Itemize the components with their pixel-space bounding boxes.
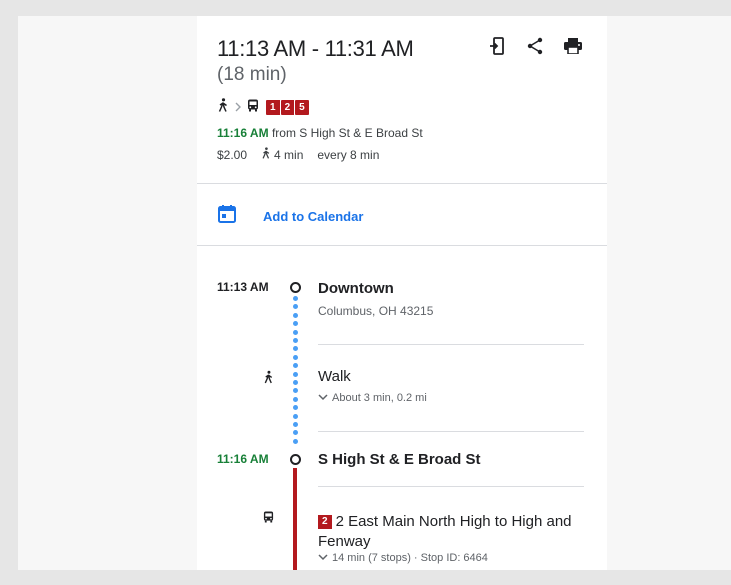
divider	[318, 486, 584, 487]
divider	[197, 245, 607, 246]
send-to-phone-icon[interactable]	[487, 36, 507, 56]
departure-info: 11:16 AM from S High St & E Broad St	[217, 126, 423, 140]
route-badge-group: 1 2 5	[266, 100, 309, 115]
add-to-calendar-button[interactable]: Add to Calendar	[217, 204, 363, 229]
walk-duration: 4 min	[261, 147, 303, 162]
board-stop-name: S High St & E Broad St	[318, 451, 481, 468]
walk-path-dot	[292, 438, 298, 444]
trip-meta: $2.00 4 min every 8 min	[217, 147, 379, 162]
origin-name: Downtown	[318, 280, 394, 297]
departure-stop: from S High St & E Broad St	[271, 126, 423, 140]
walk-path-dot	[292, 430, 298, 436]
walk-time: 4 min	[274, 147, 304, 162]
header-actions	[487, 36, 583, 56]
walk-path-dot	[292, 422, 298, 427]
origin-stop-marker	[290, 282, 301, 293]
walk-icon	[217, 98, 229, 117]
bus-icon	[261, 510, 275, 524]
walk-path-dot	[292, 363, 298, 369]
route-badge: 1	[266, 100, 281, 115]
chevron-down-icon	[318, 552, 328, 564]
bus-step: 22 East Main North High to High and Fenw…	[318, 512, 578, 552]
walk-path-dot	[292, 321, 298, 327]
bus-step-detail: 14 min (7 stops) · Stop ID: 6464	[332, 552, 488, 564]
board-stop-marker	[290, 454, 301, 465]
walk-path-dot	[292, 312, 298, 318]
walk-path-dot	[292, 296, 298, 301]
divider	[318, 431, 584, 432]
add-to-calendar-label: Add to Calendar	[263, 209, 364, 224]
walk-icon	[261, 370, 275, 384]
chevron-down-icon	[318, 392, 328, 404]
bus-step-title: 2 East Main North High to High and Fenwa…	[318, 513, 572, 550]
walk-step-title: Walk	[318, 368, 351, 385]
bus-route-line	[293, 468, 297, 570]
walk-path-dot	[292, 396, 298, 402]
divider	[197, 183, 607, 184]
route-badge: 2	[318, 515, 332, 529]
origin-address: Columbus, OH 43215	[318, 304, 434, 318]
walk-path-dot	[292, 371, 298, 377]
trip-time-range: 11:13 AM - 11:31 AM	[217, 36, 414, 61]
walk-path-dot	[292, 329, 298, 335]
walk-step-detail: About 3 min, 0.2 mi	[332, 392, 427, 404]
route-badge: 2	[280, 100, 296, 115]
trip-duration: (18 min)	[217, 64, 287, 85]
walk-path-dot	[292, 413, 298, 419]
fare: $2.00	[217, 147, 248, 162]
frequency: every 8 min	[317, 147, 380, 162]
board-time: 11:16 AM	[217, 452, 269, 466]
chevron-right-icon	[234, 99, 242, 117]
walk-details-toggle[interactable]: About 3 min, 0.2 mi	[318, 392, 427, 404]
walk-path-dot	[292, 346, 298, 352]
origin-time: 11:13 AM	[217, 280, 269, 294]
bus-details-toggle[interactable]: 14 min (7 stops) · Stop ID: 6464	[318, 552, 488, 564]
trip-mode-summary: 1 2 5	[217, 98, 309, 117]
directions-panel: 11:13 AM - 11:31 AM (18 min) 1 2 5 11:16…	[197, 16, 607, 570]
departure-time: 11:16 AM	[217, 126, 269, 140]
walk-path-dot	[292, 405, 298, 411]
walk-path-dot	[292, 388, 298, 394]
share-icon[interactable]	[525, 36, 545, 56]
walk-path-dot	[292, 380, 298, 385]
walk-path-dot	[292, 304, 298, 310]
divider	[318, 344, 584, 345]
route-badge: 5	[295, 100, 309, 115]
bus-icon	[247, 99, 259, 117]
calendar-icon	[217, 204, 237, 229]
walk-path-dot	[292, 354, 298, 360]
print-icon[interactable]	[563, 36, 583, 56]
walk-path-dot	[292, 338, 298, 343]
walk-icon	[261, 147, 271, 162]
